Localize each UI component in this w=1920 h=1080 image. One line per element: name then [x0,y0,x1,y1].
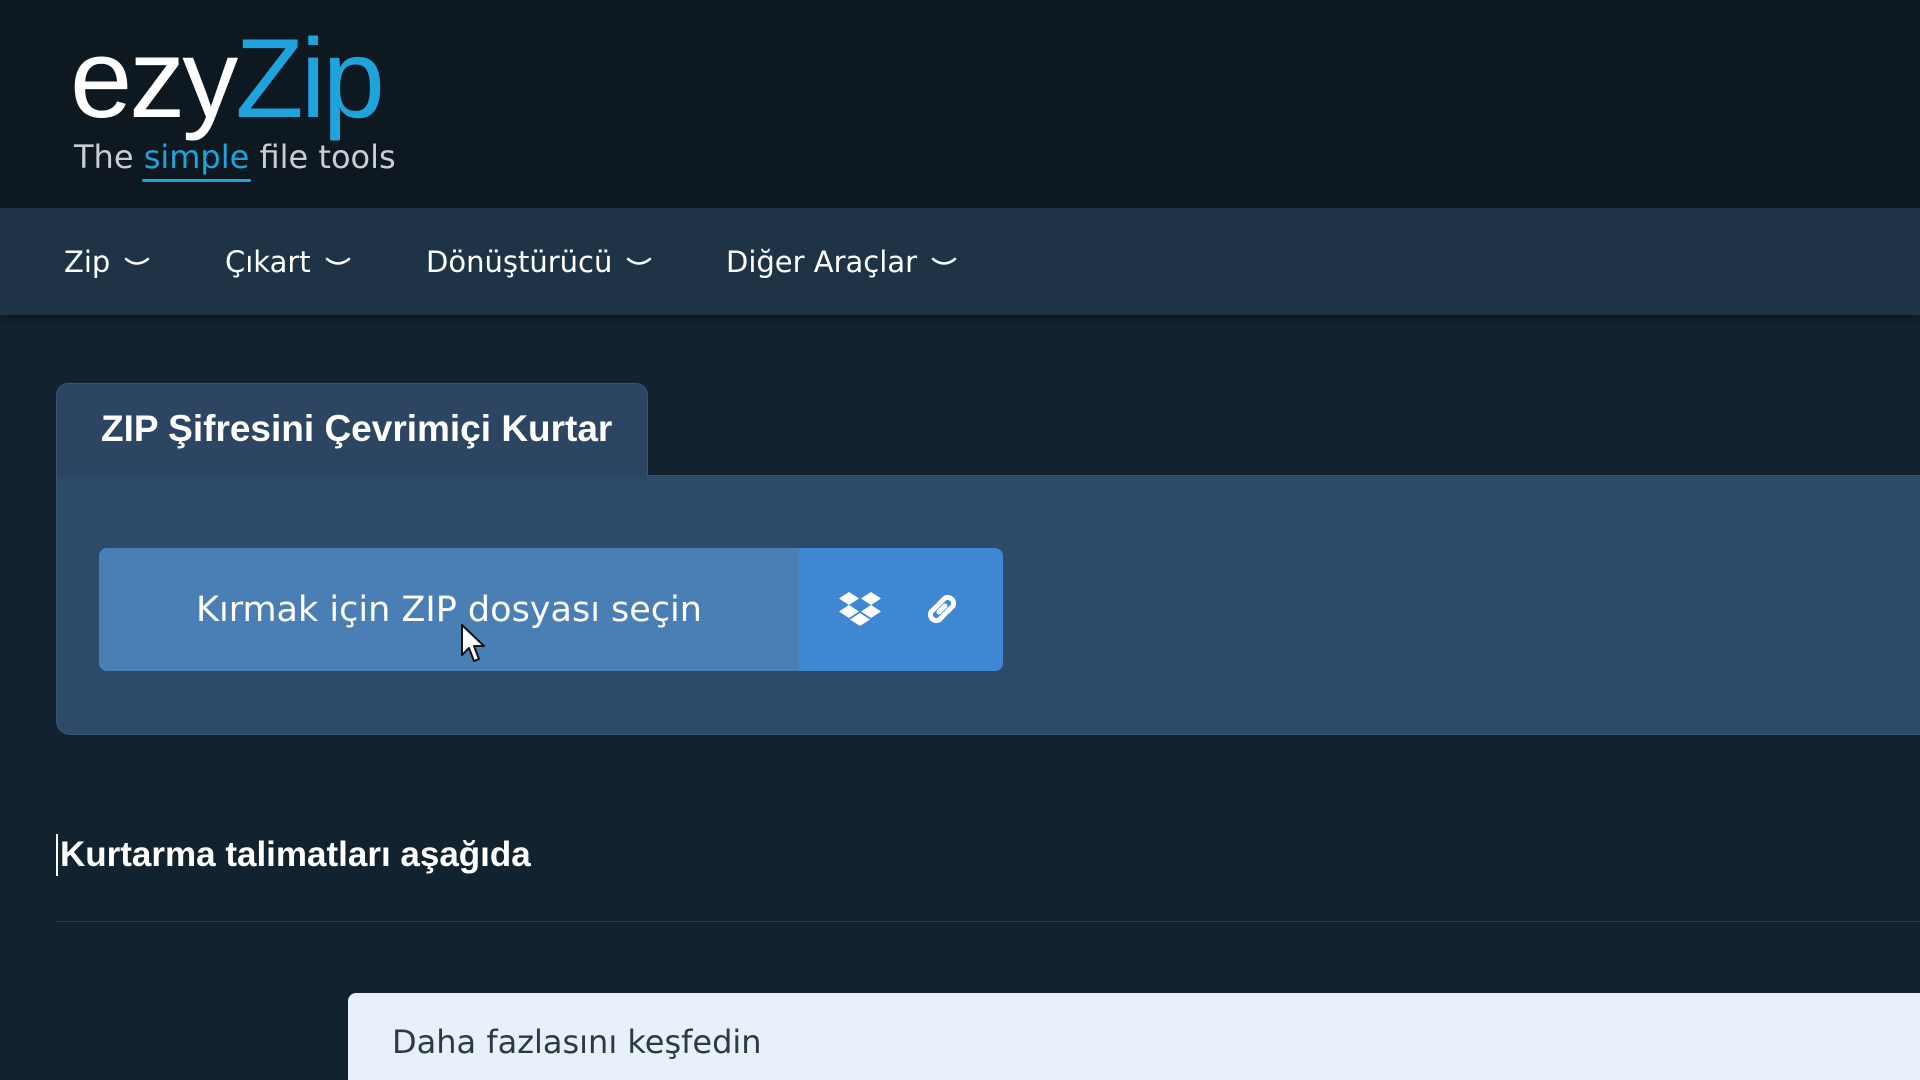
tagline-start: The [74,138,144,176]
discover-more-panel: Daha fazlasını keşfedin [348,993,1920,1080]
nav-item-label: Dönüştürücü [426,244,613,279]
select-zip-label: Kırmak için ZIP dosyası seçin [196,589,702,630]
nav-item-converter[interactable]: Dönüştürücü [426,208,652,315]
chevron-down-icon [125,257,150,265]
logo-text-zip: Zip [235,16,385,141]
nav-item-zip[interactable]: Zip [64,208,150,315]
nav-item-label: Zip [64,244,111,279]
site-header: ezyZip The simple file tools [0,0,1920,208]
ezyzip-logo[interactable]: ezyZip The simple file tools [70,14,400,184]
nav-item-label: Diğer Araçlar [726,244,918,279]
nav-item-other-tools[interactable]: Diğer Araçlar [726,208,957,315]
logo-wordmark: ezyZip [70,14,385,144]
chevron-down-icon [931,257,957,265]
discover-more-title: Daha fazlasını keşfedin [392,1023,762,1061]
recover-card-tab: ZIP Şifresini Çevrimiçi Kurtar [56,383,648,478]
link-icon[interactable] [917,584,967,634]
nav-item-extract[interactable]: Çıkart [225,208,351,315]
tagline-accent: simple [143,138,250,176]
main-nav: Zip Çıkart Dönüştürücü Diğer Araçlar [0,208,1920,315]
page-title: ZIP Şifresini Çevrimiçi Kurtar [101,408,613,449]
chevron-down-icon [325,257,350,265]
tagline-end: file tools [249,138,396,176]
dropbox-icon[interactable] [835,584,885,634]
source-options [799,548,1003,671]
nav-item-label: Çıkart [225,244,311,279]
logo-tagline: The simple file tools [74,138,396,176]
section-divider [56,921,1920,922]
mouse-cursor-icon [461,624,485,662]
logo-text-ezy: ezy [70,16,238,141]
instructions-heading: Kurtarma talimatları aşağıda [56,834,531,876]
select-zip-button[interactable]: Kırmak için ZIP dosyası seçin [99,548,799,671]
chevron-down-icon [627,257,652,265]
